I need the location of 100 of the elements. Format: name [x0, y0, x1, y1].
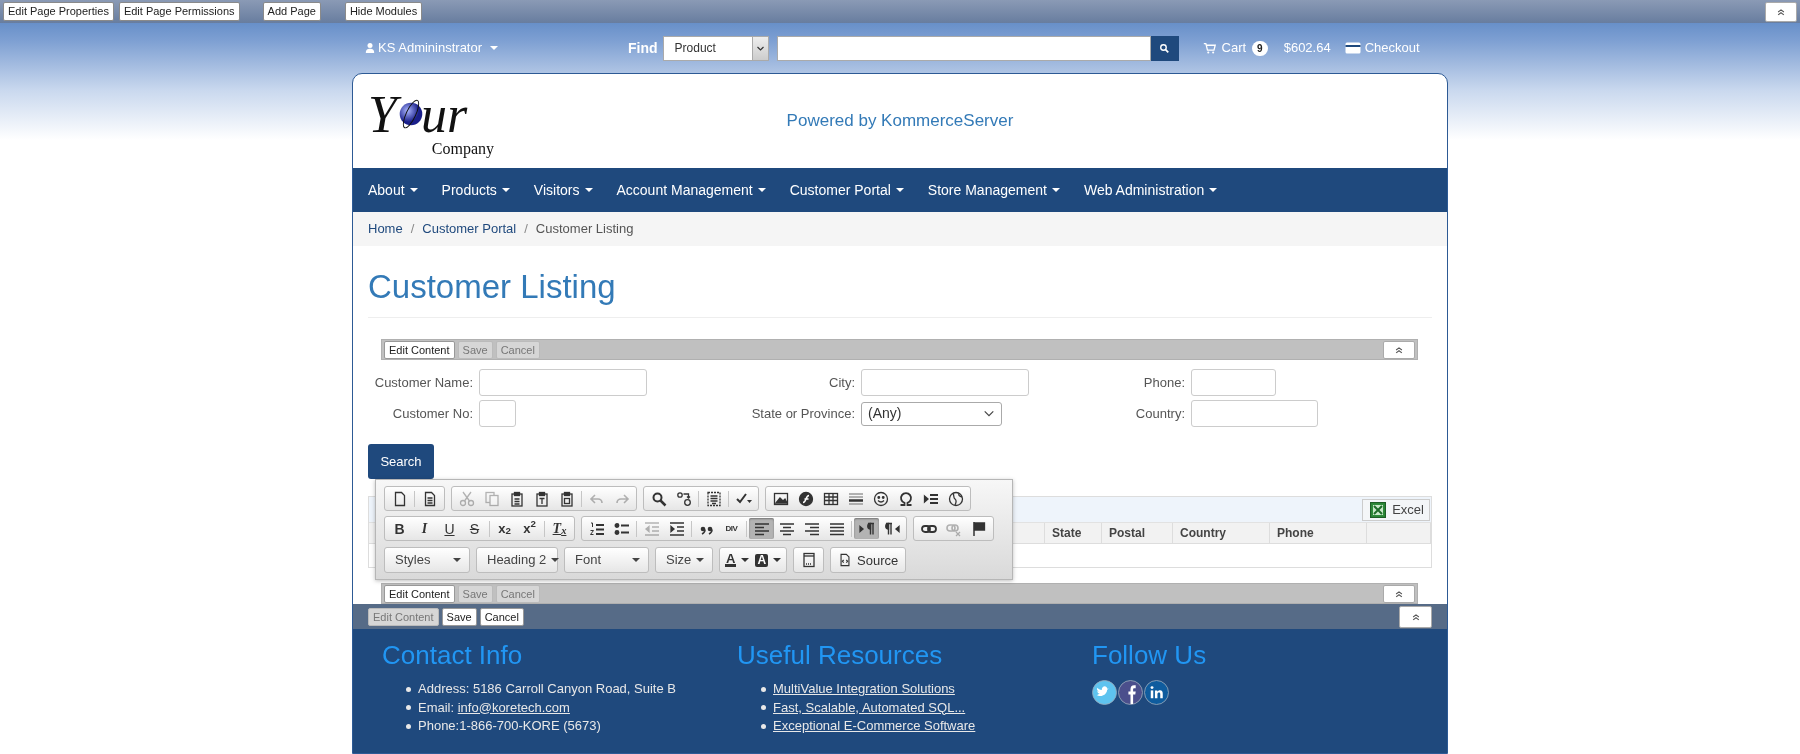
- nav-item[interactable]: Customer Portal: [777, 179, 916, 201]
- collapse-button[interactable]: [1383, 340, 1415, 359]
- format-dropdown[interactable]: Font: [567, 548, 646, 572]
- column-header[interactable]: Postal: [1102, 523, 1173, 543]
- social-icon: [1144, 680, 1169, 705]
- edit-content-button[interactable]: Edit Content: [384, 584, 455, 603]
- collapse-button[interactable]: [1765, 1, 1797, 22]
- footer-text: Address: 5186 Carroll Canyon Road, Suite B: [418, 680, 676, 698]
- format-dropdown[interactable]: Heading 2: [479, 548, 555, 572]
- caret-icon: [490, 46, 499, 50]
- search-icon: [650, 490, 667, 507]
- numbered-list-icon: [588, 520, 605, 537]
- image-icon: [772, 490, 789, 507]
- find-label: Find: [628, 38, 658, 58]
- column-header[interactable]: State: [1045, 523, 1102, 543]
- source-button[interactable]: Source: [833, 549, 904, 571]
- toolbar-button[interactable]: U: [437, 518, 462, 539]
- field-label: State or Province:: [750, 404, 856, 423]
- caret-icon: [696, 558, 705, 562]
- caret-icon: [1051, 188, 1060, 192]
- breadcrumb-separator: /: [523, 220, 529, 239]
- caret-icon: [741, 558, 750, 562]
- cancel-button[interactable]: Cancel: [479, 607, 524, 626]
- format-dropdown[interactable]: Size: [658, 548, 710, 572]
- bullet-icon: [406, 723, 411, 729]
- text-field[interactable]: [479, 400, 516, 427]
- toolbar-button[interactable]: B: [387, 518, 412, 539]
- logo-text: Y: [368, 85, 403, 145]
- search-icon: [1159, 42, 1171, 54]
- field-label: Customer Name:: [373, 373, 474, 392]
- indent-icon: [668, 520, 685, 537]
- collapse-button[interactable]: [1399, 605, 1432, 628]
- footer-heading: Contact Info: [382, 639, 524, 671]
- toolbar-button[interactable]: T$_{x}$: [547, 518, 572, 539]
- horizontal-line-icon: [847, 490, 864, 507]
- nav-item[interactable]: Store Management: [915, 179, 1072, 201]
- toolbar-button[interactable]: S: [462, 518, 487, 539]
- excel-button[interactable]: Excel: [1362, 498, 1430, 521]
- search-button[interactable]: [1150, 35, 1179, 61]
- bullet-icon: [761, 705, 766, 711]
- smiley-icon: [872, 490, 889, 507]
- caret-icon: [757, 188, 766, 192]
- copy-icon: [483, 490, 500, 507]
- footer-heading: Follow Us: [1092, 639, 1208, 671]
- nav-item[interactable]: Web Administration: [1071, 179, 1230, 201]
- footer-link[interactable]: info@koretech.com: [457, 699, 570, 715]
- flash-icon: [797, 490, 814, 507]
- select-all-icon: [705, 490, 722, 507]
- caret-icon: [409, 188, 418, 192]
- page-title: Customer Listing: [368, 246, 1432, 318]
- text-field[interactable]: [1191, 400, 1318, 427]
- toolbar-button[interactable]: DIV: [719, 518, 744, 539]
- search-button[interactable]: Search: [368, 444, 434, 479]
- admin-button[interactable]: Add Page: [262, 2, 321, 21]
- format-dropdown[interactable]: Styles: [387, 548, 467, 572]
- caret-icon: [501, 188, 510, 192]
- spreadsheet-icon: [1370, 501, 1387, 518]
- text-field[interactable]: [861, 369, 1029, 396]
- admin-button[interactable]: Edit Page Properties: [3, 2, 114, 21]
- caret-icon: [551, 558, 560, 562]
- breadcrumb-link[interactable]: Home: [368, 219, 403, 239]
- footer-link[interactable]: Exceptional E-Commerce Software: [773, 717, 976, 736]
- flag-icon: [970, 520, 987, 537]
- admin-button[interactable]: Hide Modules: [344, 2, 423, 21]
- toolbar-button[interactable]: [749, 518, 774, 539]
- caret-icon: [584, 188, 593, 192]
- background-color-button[interactable]: A: [752, 549, 785, 571]
- column-header[interactable]: Country: [1173, 523, 1270, 543]
- save-button[interactable]: Save: [441, 607, 477, 626]
- nav-item[interactable]: Visitors: [521, 179, 605, 201]
- footer-text: Phone:1-866-700-KORE (5673): [418, 717, 601, 735]
- search-field[interactable]: [776, 35, 1151, 61]
- toolbar-button[interactable]: [854, 518, 879, 539]
- edit-content-button[interactable]: Edit Content: [384, 340, 455, 359]
- footer-heading: Useful Resources: [737, 639, 944, 671]
- scope-dropdown[interactable]: Product: [662, 35, 769, 61]
- toolbar-button[interactable]: x$^{2}$: [517, 518, 542, 539]
- caret-icon: [453, 558, 461, 562]
- text-field[interactable]: [479, 369, 647, 396]
- footer-link[interactable]: Fast, Scalable, Automated SQL...: [773, 698, 966, 717]
- text-color-button[interactable]: A: [722, 549, 753, 571]
- nav-item[interactable]: About: [356, 179, 430, 201]
- align-center-icon: [778, 520, 795, 537]
- footer-link[interactable]: MultiValue Integration Solutions: [773, 680, 955, 699]
- toolbar-button[interactable]: I: [412, 518, 437, 539]
- state-dropdown[interactable]: (Any): [861, 401, 1002, 426]
- nav-item[interactable]: Account Management: [604, 179, 778, 201]
- source-icon: [838, 553, 853, 567]
- justify-icon: [828, 520, 845, 537]
- paragraph-direction-icon: [858, 520, 875, 537]
- collapse-button[interactable]: [1383, 584, 1415, 603]
- breadcrumb-link[interactable]: Customer Portal: [422, 219, 517, 239]
- nav-item[interactable]: Products: [429, 179, 522, 201]
- text-field[interactable]: [1191, 369, 1276, 396]
- chevron-up-icon: [1410, 611, 1421, 622]
- chevron-up-icon: [1394, 344, 1404, 355]
- chevron-up-icon: [1394, 588, 1404, 599]
- admin-button[interactable]: Edit Page Permissions: [118, 2, 240, 21]
- cart-total: $602.64: [1283, 39, 1331, 58]
- column-header[interactable]: Phone: [1270, 523, 1367, 543]
